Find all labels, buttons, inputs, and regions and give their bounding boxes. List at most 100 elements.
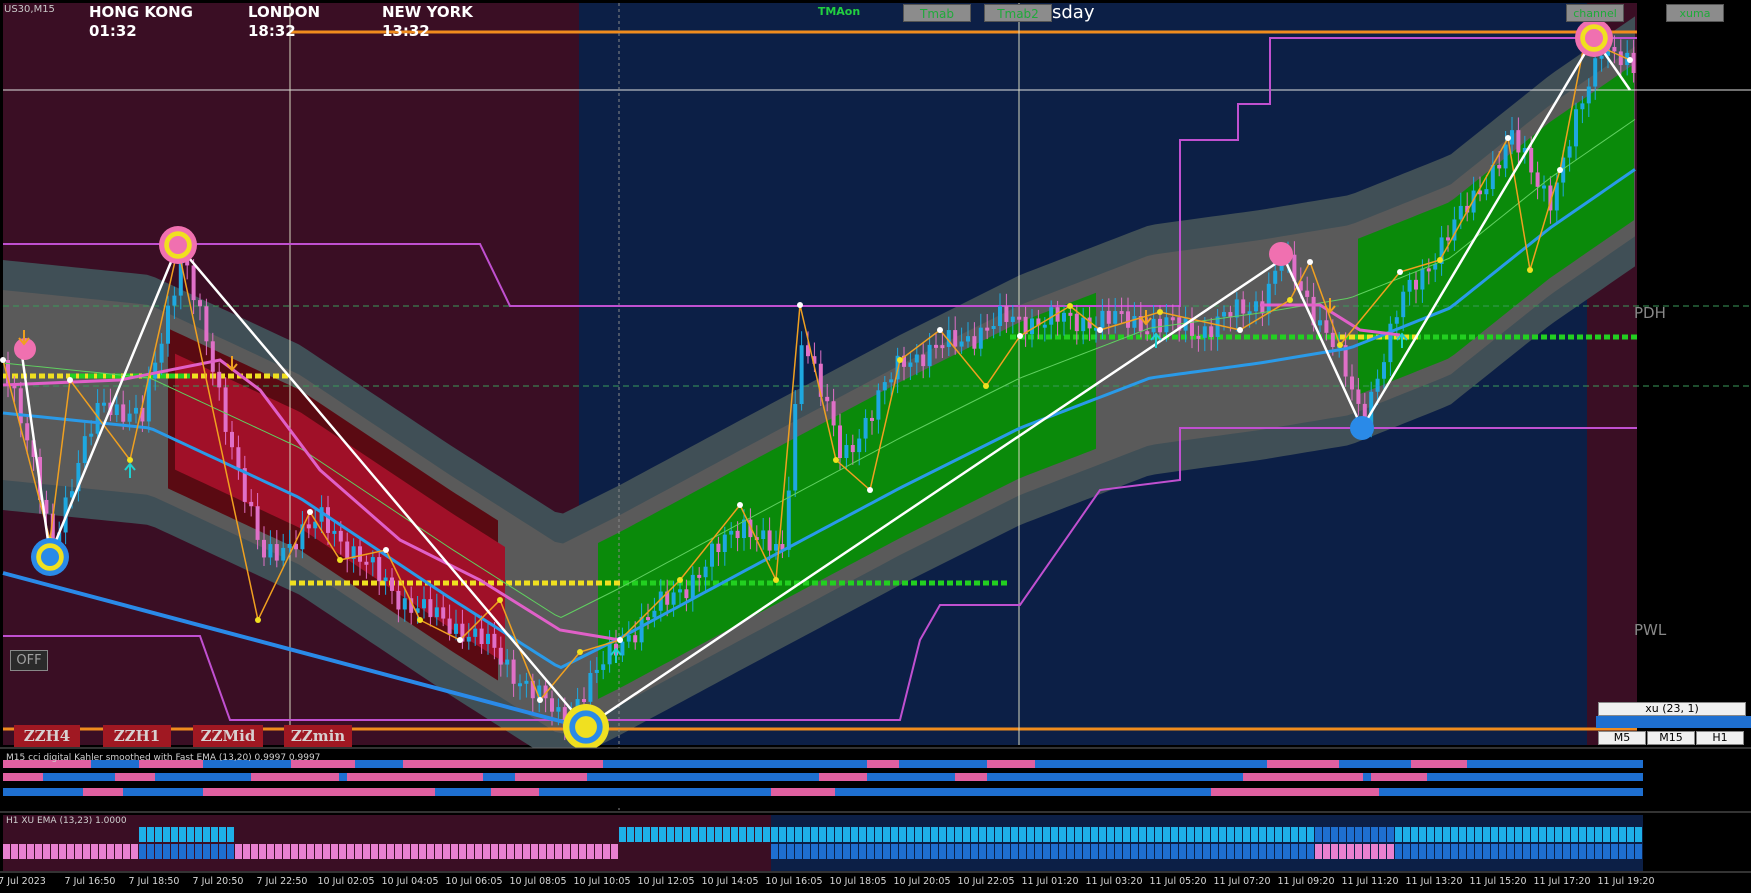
xu-upper-cell xyxy=(715,827,722,842)
xu-lower-cell xyxy=(1627,844,1634,859)
cci-row-2-cell xyxy=(1155,788,1163,796)
cci-row-2-cell xyxy=(987,788,995,796)
cci-row-1-cell xyxy=(499,773,507,781)
cci-row-1-cell xyxy=(1571,773,1579,781)
cci-row-2-cell xyxy=(1635,788,1643,796)
xu-upper-cell xyxy=(227,827,234,842)
cci-row-2-cell xyxy=(507,788,515,796)
xu-bg-cell xyxy=(1099,815,1107,871)
time-axis-tick: 10 Jul 12:05 xyxy=(637,876,695,887)
tmab-button[interactable]: Tmab xyxy=(903,4,971,22)
cci-row-2-cell xyxy=(1067,788,1075,796)
xu-bg-cell xyxy=(427,815,435,871)
cci-row-0-cell xyxy=(1587,760,1595,768)
off-button[interactable]: OFF xyxy=(10,650,48,671)
candle-body xyxy=(518,683,522,687)
xu-lower-cell xyxy=(1123,844,1130,859)
xu-lower-cell xyxy=(891,844,898,859)
session-hong-kong: HONG KONG 01:32 xyxy=(81,3,238,40)
time-axis-tick: 7 Jul 16:50 xyxy=(64,876,116,887)
time-axis-tick: 11 Jul 01:20 xyxy=(1021,876,1079,887)
zigzag-node xyxy=(897,357,903,363)
xu-bg-cell xyxy=(795,815,803,871)
xu-upper-cell xyxy=(1499,827,1506,842)
candle-body xyxy=(927,344,932,367)
xu-upper-cell xyxy=(819,827,826,842)
candle-body xyxy=(454,623,458,634)
zz-h4-button[interactable]: ZZH4 xyxy=(14,725,80,747)
candle-body xyxy=(1631,52,1636,74)
xu-upper-cell xyxy=(1403,827,1410,842)
candle-body xyxy=(940,345,945,349)
zz-h1-button[interactable]: ZZH1 xyxy=(103,725,171,747)
tmab2-button[interactable]: Tmab2 xyxy=(984,4,1052,22)
xu-lower-cell xyxy=(1419,844,1426,859)
cci-row-1-cell xyxy=(283,773,291,781)
cci-row-2-cell xyxy=(763,788,771,796)
cci-row-1-cell xyxy=(211,773,219,781)
cci-row-1-cell xyxy=(1147,773,1155,781)
zz-mid-button[interactable]: ZZMid xyxy=(193,725,263,747)
xu-lower-cell xyxy=(243,844,250,859)
xu-lower-cell xyxy=(531,844,538,859)
xu-bg-cell xyxy=(187,815,195,871)
cci-row-1-cell xyxy=(795,773,803,781)
xu-upper-cell xyxy=(619,827,626,842)
xu-lower-cell xyxy=(1299,844,1306,859)
xu-bg-cell xyxy=(659,815,667,871)
xu-lower-cell xyxy=(867,844,874,859)
cci-row-2-cell xyxy=(1555,788,1563,796)
xu-upper-cell xyxy=(659,827,666,842)
cci-row-1-cell xyxy=(835,773,843,781)
cci-row-0-cell xyxy=(963,760,971,768)
xu-bg-cell xyxy=(851,815,859,871)
xu-tf-h1[interactable]: H1 xyxy=(1696,731,1744,745)
xu-lower-cell xyxy=(523,844,530,859)
cci-row-0-cell xyxy=(1611,760,1619,768)
cci-row-1-cell xyxy=(827,773,835,781)
cci-row-0-cell xyxy=(835,760,843,768)
xu-lower-cell xyxy=(1523,844,1530,859)
zigzag-node xyxy=(127,457,133,463)
xu-lower-cell xyxy=(443,844,450,859)
zz-min-button[interactable]: ZZmin xyxy=(284,725,352,747)
xu-tf-m5[interactable]: M5 xyxy=(1598,731,1646,745)
xu-upper-cell xyxy=(995,827,1002,842)
xu-upper-cell xyxy=(1179,827,1186,842)
cci-row-2-cell xyxy=(1379,788,1387,796)
xu-bg-cell xyxy=(635,815,643,871)
candle-body xyxy=(511,659,516,684)
cci-row-1-cell xyxy=(763,773,771,781)
xu-upper-cell xyxy=(923,827,930,842)
cci-row-1-cell xyxy=(91,773,99,781)
xu-lower-cell xyxy=(1307,844,1314,859)
cci-row-2-cell xyxy=(1267,788,1275,796)
xuma-button[interactable]: xuma xyxy=(1666,4,1724,22)
tma-toggle-button[interactable]: TMAon xyxy=(814,3,864,21)
xu-upper-cell xyxy=(1627,827,1634,842)
cci-row-1-cell xyxy=(1579,773,1587,781)
xu-bg-cell xyxy=(1067,815,1075,871)
cci-row-2-cell xyxy=(1571,788,1579,796)
xu-bg-cell xyxy=(1467,815,1475,871)
cci-row-2-cell xyxy=(1611,788,1619,796)
candle-body xyxy=(601,664,606,670)
xu-upper-cell xyxy=(1347,827,1354,842)
cci-row-2-cell xyxy=(523,788,531,796)
cci-row-0-cell xyxy=(1443,760,1451,768)
channel-button[interactable]: channel xyxy=(1566,4,1624,22)
xu-lower-cell xyxy=(1603,844,1610,859)
cci-row-0-cell xyxy=(619,760,627,768)
candle-body xyxy=(825,396,830,402)
candle-body xyxy=(274,544,279,561)
cci-row-1-cell xyxy=(299,773,307,781)
xu-tf-m15[interactable]: M15 xyxy=(1647,731,1695,745)
xu-bg-cell xyxy=(1507,815,1515,871)
cci-row-1-cell xyxy=(1627,773,1635,781)
xu-bg-cell xyxy=(227,815,235,871)
candle-body xyxy=(1151,318,1156,333)
cci-row-0-cell xyxy=(1171,760,1179,768)
candle-body xyxy=(1010,316,1015,322)
candle-body xyxy=(1209,326,1214,337)
candle-body xyxy=(1100,310,1105,328)
